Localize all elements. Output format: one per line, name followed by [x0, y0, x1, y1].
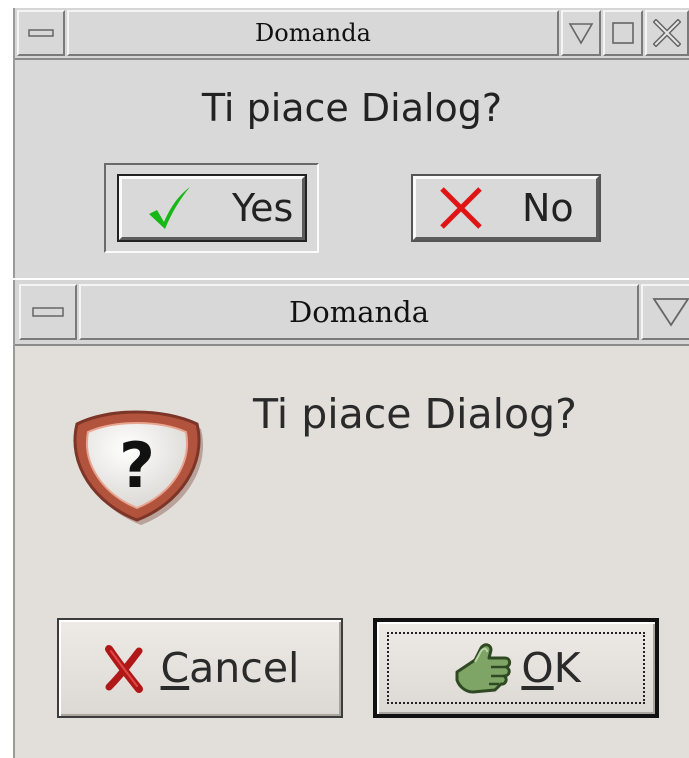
yes-button[interactable]: Yes — [117, 174, 307, 242]
dialog-message: Ti piace Dialog? — [253, 390, 577, 438]
ok-button[interactable]: OK — [373, 618, 659, 718]
maximize-icon[interactable] — [603, 10, 643, 56]
shade-icon[interactable] — [641, 284, 689, 340]
cancel-button[interactable]: Cancel — [57, 618, 343, 718]
question-icon: ? — [61, 394, 211, 534]
no-button[interactable]: No — [411, 174, 601, 242]
no-label: No — [522, 186, 574, 230]
dialog-message: Ti piace Dialog? — [201, 86, 503, 130]
ok-hand-icon — [451, 640, 515, 696]
cancel-label: Cancel — [160, 644, 300, 692]
window-menu-icon[interactable] — [19, 284, 77, 340]
x-icon — [438, 185, 484, 231]
ok-label: OK — [521, 644, 581, 692]
titlebar: Domanda — [15, 280, 689, 346]
dialog-window-tk: Domanda Ti piace Dialog? Yes No — [13, 8, 689, 278]
titlebar: Domanda — [15, 8, 689, 60]
cancel-x-icon — [101, 643, 147, 693]
window-title: Domanda — [79, 284, 639, 340]
focus-indicator — [387, 632, 645, 704]
window-menu-icon[interactable] — [17, 10, 65, 56]
window-title: Domanda — [67, 10, 559, 56]
dialog-window-gtk: Domanda ? Ti piace Dialog? Cancel OK — [13, 280, 689, 758]
close-icon[interactable] — [645, 10, 689, 56]
shade-icon[interactable] — [561, 10, 601, 56]
svg-text:?: ? — [119, 429, 155, 502]
yes-label: Yes — [232, 186, 294, 230]
checkmark-icon — [144, 184, 194, 232]
